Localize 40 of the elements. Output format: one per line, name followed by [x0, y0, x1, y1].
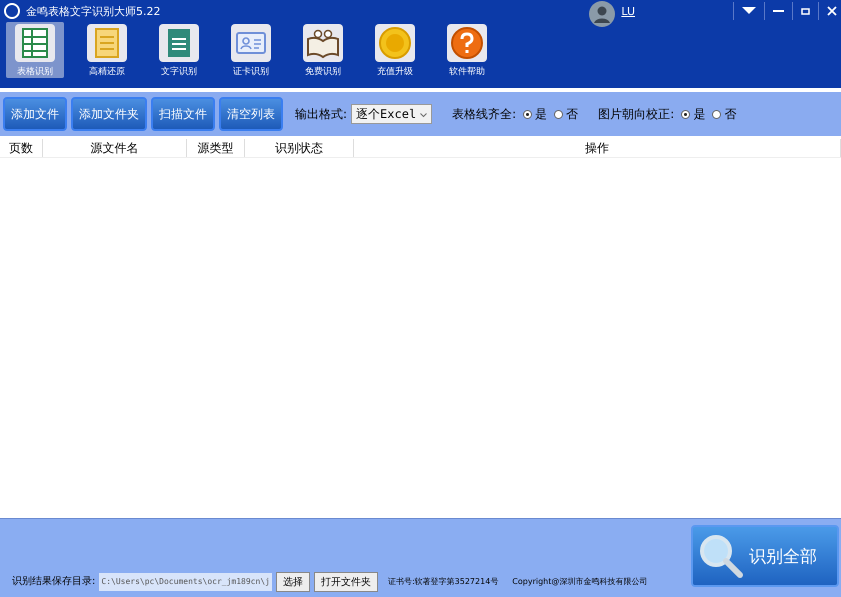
copyright-text: Copyright@深圳市金鸣科技有限公司	[512, 576, 648, 587]
coin-icon	[377, 25, 413, 61]
radio-option[interactable]: 是	[681, 106, 706, 122]
maximize-icon[interactable]	[801, 8, 810, 14]
user-name-link[interactable]: LU	[621, 4, 635, 18]
output-format-label: 输出格式:	[295, 106, 348, 122]
output-format-dropdown[interactable]: 逐个Excel	[351, 104, 432, 124]
caret-icon	[420, 113, 428, 118]
toolbar-button[interactable]: 免费识别	[294, 22, 352, 78]
column-header: 操作	[354, 139, 841, 157]
toolbar-button[interactable]: 高精还原	[78, 22, 136, 78]
dropdown-icon[interactable]	[742, 7, 756, 15]
radio-option[interactable]: 否	[712, 106, 736, 122]
save-folder-label: 识别结果保存目录:	[12, 574, 96, 588]
option-label: 表格线齐全:	[452, 106, 516, 122]
toolbar-button[interactable]: 充值升级	[366, 22, 424, 78]
search-icon	[697, 532, 745, 580]
column-header: 页数	[0, 139, 43, 157]
close-icon[interactable]	[827, 6, 837, 16]
radio-option[interactable]: 否	[554, 106, 578, 122]
toolbar-button[interactable]: 文字识别	[150, 22, 208, 78]
action-button[interactable]: 添加文件夹	[71, 97, 147, 131]
help-icon	[449, 25, 485, 61]
certificate-text: 证书号:软著登字第3527214号	[388, 576, 498, 587]
footer-button[interactable]: 打开文件夹	[314, 572, 378, 592]
radio-option[interactable]: 是	[523, 106, 548, 122]
action-button[interactable]: 扫描文件	[151, 97, 215, 131]
toolbar-button[interactable]: 软件帮助	[438, 22, 496, 78]
column-header: 源类型	[187, 139, 245, 157]
save-path-field[interactable]: C:\Users\pc\Documents\ocr_jm189cn\j	[99, 573, 272, 591]
recognize-all-button[interactable]: 识别全部	[691, 525, 839, 587]
action-button[interactable]: 清空列表	[219, 97, 283, 131]
window-title: 金鸣表格文字识别大师5.22	[26, 4, 160, 18]
column-header: 识别状态	[245, 139, 354, 157]
avatar-icon	[589, 1, 616, 27]
option-label: 图片朝向校正:	[598, 106, 674, 122]
toolbar-button[interactable]: 证卡识别	[222, 22, 280, 78]
action-button[interactable]: 添加文件	[3, 97, 67, 131]
column-header: 源文件名	[43, 139, 187, 157]
footer-button[interactable]: 选择	[276, 572, 310, 592]
